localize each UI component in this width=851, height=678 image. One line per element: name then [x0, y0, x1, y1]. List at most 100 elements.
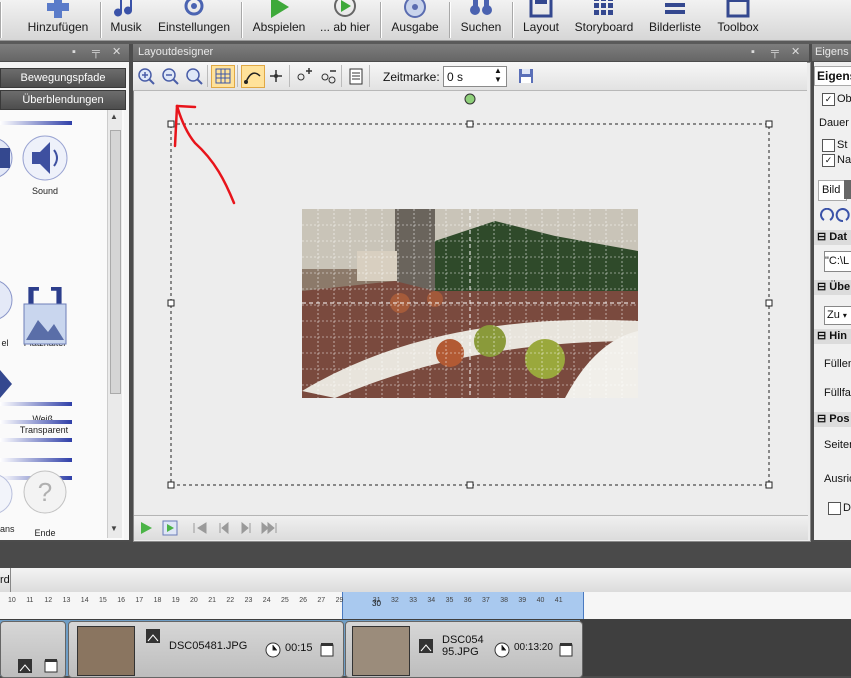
film-icon[interactable]: [0, 134, 14, 182]
timeline-ruler[interactable]: 10 11 12 13 14 15 16 17 18 19 20 21 22 23 24 25 26 27 29 31…: [0, 592, 851, 620]
zeitmarke-input[interactable]: 0 s ▲ ▼: [443, 66, 507, 87]
image-settings-icon[interactable]: [17, 658, 33, 674]
scroll-down-icon[interactable]: ▼: [110, 524, 118, 533]
clip-card-0[interactable]: [0, 621, 66, 678]
musik-button[interactable]: Musik: [104, 0, 148, 40]
partial-item-icon[interactable]: [0, 276, 14, 324]
designer-header: Layoutdesigner ▪ ╤ ✕: [133, 44, 809, 61]
sound-label: Sound: [31, 186, 59, 196]
speaker-icon[interactable]: [20, 134, 70, 182]
layout-button[interactable]: Layout: [516, 0, 566, 40]
grid-toggle-button[interactable]: [211, 65, 235, 88]
clip-thumbnail[interactable]: [77, 626, 135, 676]
arrow-item-icon[interactable]: [0, 360, 14, 408]
ab-hier-button[interactable]: ... ab hier: [316, 0, 374, 40]
timeline-header-label: rd: [0, 574, 10, 586]
clip1-duration: 00:15: [285, 642, 313, 654]
einstellungen-button[interactable]: Einstellungen: [152, 0, 236, 40]
ruler-tick-label: 21: [208, 597, 216, 604]
bild-tab[interactable]: Bild: [818, 180, 847, 201]
partial-item2-icon[interactable]: [0, 470, 14, 518]
ruler-tick-label: 33: [409, 597, 417, 604]
play-icon[interactable]: [138, 520, 154, 536]
einstellungen-label: Einstellungen: [157, 20, 231, 34]
remove-keyframe-icon[interactable]: [319, 67, 337, 85]
next-tab[interactable]: [844, 180, 851, 199]
bewegungspfade-button[interactable]: Bewegungspfade: [0, 68, 126, 88]
pin-icon[interactable]: ▪: [751, 44, 755, 61]
section-ueberblendung[interactable]: ⊟ Übe: [814, 280, 851, 295]
close-icon[interactable]: ✕: [791, 44, 800, 61]
ob-checkbox[interactable]: ✓: [822, 93, 835, 106]
add-keyframe-icon[interactable]: [295, 67, 313, 85]
storyboard-label: Storyboard: [574, 20, 634, 34]
next-frame-icon[interactable]: [238, 521, 254, 535]
properties-icon[interactable]: [347, 67, 365, 85]
image-settings-icon[interactable]: [145, 628, 161, 644]
clip-thumbnail[interactable]: [352, 626, 410, 676]
move-points-icon[interactable]: [267, 67, 285, 85]
image-settings-icon[interactable]: [418, 638, 434, 654]
seiten-label: Seiten: [824, 439, 851, 451]
suchen-button[interactable]: Suchen: [454, 0, 508, 40]
left-panel-header: ▪ ╤ ✕: [0, 44, 129, 61]
section-position[interactable]: ⊟ Pos: [814, 412, 851, 427]
section-dateiname[interactable]: ⊟ Dat: [814, 230, 851, 245]
rotation-handle[interactable]: [464, 93, 476, 105]
zoom-in-icon[interactable]: [137, 67, 155, 85]
spinner-icon[interactable]: ▲ ▼: [494, 66, 502, 84]
toolbox-button[interactable]: Toolbox: [712, 0, 764, 40]
hinzufuegen-button[interactable]: Hinzufügen: [20, 0, 96, 40]
first-frame-icon[interactable]: [192, 521, 208, 535]
ruler-tick-label: 35: [445, 597, 454, 604]
st-checkbox[interactable]: [822, 139, 835, 152]
rotate-icon[interactable]: [820, 208, 850, 224]
mountain-image-icon[interactable]: [22, 302, 68, 348]
play-frame-icon[interactable]: [162, 520, 178, 536]
save-icon[interactable]: [517, 67, 535, 85]
clip-card-2[interactable]: DSC054 95.JPG 00:13:20: [345, 621, 583, 678]
toolbox-scrollbar[interactable]: ▲ ▼: [107, 110, 122, 538]
last-frame-icon[interactable]: [260, 521, 278, 535]
clip-menu-icon[interactable]: [319, 642, 335, 658]
scroll-up-icon[interactable]: ▲: [110, 112, 118, 121]
dock-icon[interactable]: ╤: [771, 44, 779, 61]
suchen-label: Suchen: [460, 20, 502, 34]
pin-icon[interactable]: ▪: [72, 44, 76, 61]
motion-path-icon: [244, 72, 261, 84]
binoculars-icon: [470, 0, 492, 15]
scroll-thumb[interactable]: [110, 130, 121, 394]
close-icon[interactable]: ✕: [112, 44, 121, 61]
ruler-tick-label: 20: [190, 597, 198, 604]
ruler-tick-label: 15: [99, 597, 107, 604]
transition-select-value: Zu: [827, 309, 840, 321]
main-toolbar: Hinzufügen Musik Einstellungen Abspielen…: [0, 0, 851, 41]
prev-frame-icon[interactable]: [216, 521, 232, 535]
ruler-tick-label: 38: [500, 597, 508, 604]
clip-card-1[interactable]: DSC05481.JPG 00:15: [68, 621, 344, 678]
clip-menu-icon[interactable]: [558, 642, 574, 658]
dr-checkbox[interactable]: [828, 502, 841, 515]
plus-icon: [47, 0, 69, 18]
abspielen-button[interactable]: Abspielen: [248, 0, 310, 40]
zoom-out-icon[interactable]: [161, 67, 179, 85]
zoom-fit-icon[interactable]: [185, 67, 203, 85]
clip-menu-icon[interactable]: [43, 658, 59, 674]
motion-path-button[interactable]: [241, 65, 265, 88]
path-input[interactable]: "C:\L: [824, 251, 851, 272]
properties-tab[interactable]: Eigens: [814, 66, 851, 86]
question-mark-icon[interactable]: ?: [22, 468, 68, 516]
transition-select[interactable]: Zu ▾: [824, 306, 851, 325]
ruler-tick-label: 13: [62, 597, 71, 604]
ausgabe-button[interactable]: Ausgabe: [386, 0, 444, 40]
ausgabe-label: Ausgabe: [391, 20, 439, 34]
ueberblendungen-button[interactable]: Überblendungen: [0, 90, 126, 110]
storyboard-button[interactable]: Storyboard: [570, 0, 638, 40]
ob-label: Ob: [837, 93, 851, 105]
section-hintergrund[interactable]: ⊟ Hin: [814, 329, 851, 344]
splitter-bar[interactable]: [0, 542, 851, 568]
bilderliste-button[interactable]: Bilderliste: [642, 0, 708, 40]
dock-icon[interactable]: ╤: [92, 44, 100, 61]
na-checkbox[interactable]: ✓: [822, 154, 835, 167]
svg-text:?: ?: [38, 477, 52, 507]
